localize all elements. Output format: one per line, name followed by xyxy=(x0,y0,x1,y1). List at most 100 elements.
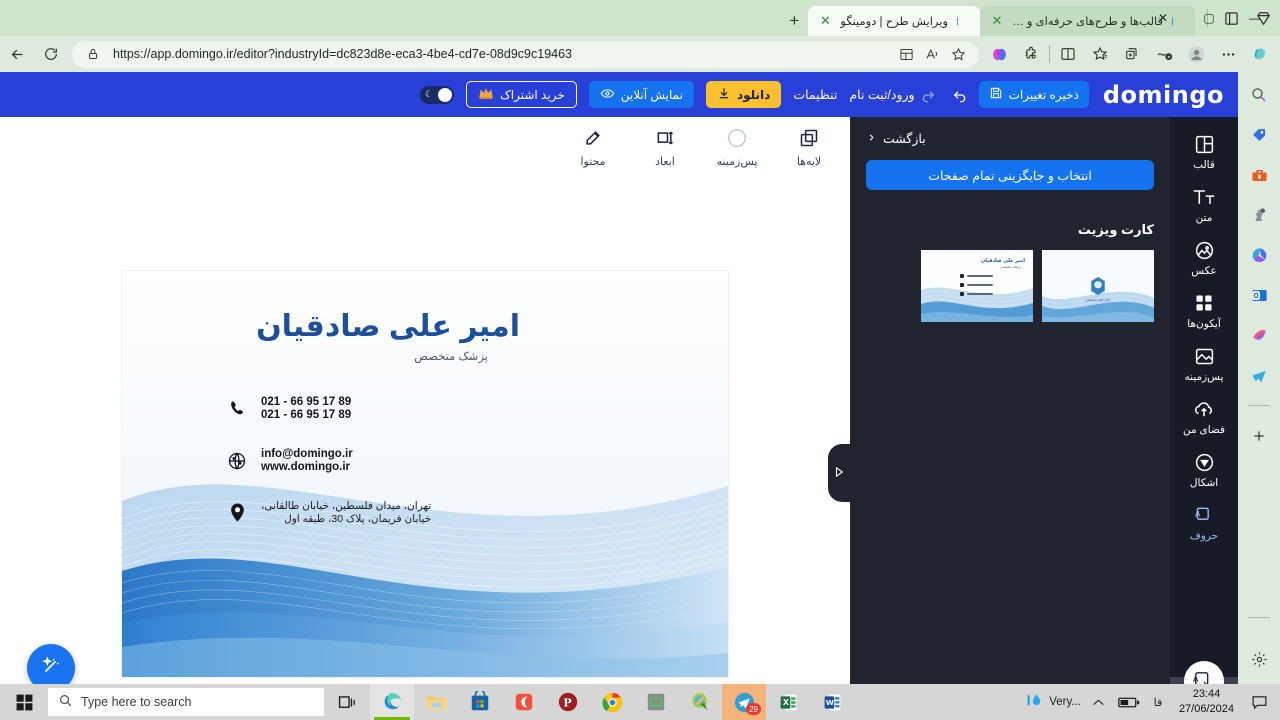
tools-icon[interactable] xyxy=(1246,162,1272,188)
back-card-thumbnail[interactable]: دکتر علی صادقیان xyxy=(1042,250,1154,322)
taskbar-app-excel[interactable]: X xyxy=(766,684,810,720)
taskbar-app-internet-download-manager[interactable] xyxy=(678,684,722,720)
save-changes-button[interactable]: ذخیره تغییرات xyxy=(978,81,1089,108)
card-name[interactable]: امیر علی صادقیان xyxy=(256,309,520,344)
settings-more-icon[interactable] xyxy=(1212,39,1244,69)
taskbar-app-file-explorer[interactable] xyxy=(414,684,458,720)
undo-arrow-icon[interactable] xyxy=(947,82,973,108)
template-panel: بازگشت انتخاب و جایگزینی تمام صفحات کارت… xyxy=(850,117,1170,684)
image-icon xyxy=(1194,237,1215,263)
taskbar-app-notepad[interactable] xyxy=(634,684,678,720)
battery-icon[interactable] xyxy=(1117,687,1141,717)
taskbar-weather-widget[interactable]: Very... xyxy=(1026,692,1081,713)
text-icon xyxy=(1192,184,1216,210)
redo-arrow-icon[interactable] xyxy=(915,82,941,108)
address-bar[interactable]: https://app.domingo.ir/editor?industryId… xyxy=(72,40,979,68)
panel-collapse-handle[interactable] xyxy=(828,444,850,502)
taskbar-app-chrome[interactable] xyxy=(590,684,634,720)
rail-item-text[interactable]: متن xyxy=(1174,184,1234,224)
fonts-bubble-icon[interactable]: A xyxy=(1184,661,1224,684)
games-icon[interactable] xyxy=(1246,202,1272,228)
settings-link[interactable]: تنظیمات xyxy=(793,87,837,102)
task-view-icon[interactable] xyxy=(324,684,370,720)
profile-avatar-icon[interactable] xyxy=(1180,39,1212,69)
outlook-icon[interactable] xyxy=(1246,282,1272,308)
new-tab-button[interactable]: + xyxy=(780,6,808,36)
card-role[interactable]: پزشک متخصص xyxy=(414,349,488,363)
taskbar-app-clipchamp[interactable] xyxy=(502,684,546,720)
magic-wand-fab-button[interactable] xyxy=(27,644,75,684)
split-screen-icon[interactable] xyxy=(1052,39,1084,69)
chevron-up-icon[interactable] xyxy=(1087,687,1111,717)
browser-essentials-icon[interactable] xyxy=(1148,39,1180,69)
moon-icon: ☾ xyxy=(425,88,434,99)
close-icon[interactable]: ✕ xyxy=(817,13,833,29)
designer-icon[interactable] xyxy=(1246,322,1272,348)
taskbar-weather-text: Very... xyxy=(1049,696,1081,708)
rail-item-my-space[interactable]: فضای من xyxy=(1174,396,1234,436)
taskbar-app-microsoft-store[interactable] xyxy=(458,684,502,720)
add-collection-icon[interactable] xyxy=(1116,39,1148,69)
maximize-icon[interactable]: ▢ xyxy=(1186,0,1232,36)
canvas-area[interactable]: امیر علی صادقیان پزشک متخصص 021 - 66 95 … xyxy=(0,182,850,684)
play-triangle-icon xyxy=(834,466,844,481)
windows-start-icon[interactable] xyxy=(0,684,48,720)
rail-item-icons[interactable]: آیکون‌ها xyxy=(1174,290,1234,330)
dark-mode-toggle[interactable]: ☾ xyxy=(420,85,455,104)
rail-item-background[interactable]: پس‌زمینه xyxy=(1174,343,1234,383)
toolbar-item-dimensions[interactable]: ابعاد xyxy=(638,125,692,182)
panel-back-button[interactable]: بازگشت xyxy=(866,131,1154,146)
reload-icon[interactable] xyxy=(34,39,68,69)
domingo-logo[interactable]: domingo xyxy=(1103,81,1224,109)
taskbar-app-telegram[interactable]: 29 xyxy=(722,684,766,720)
minimize-icon[interactable]: — xyxy=(1232,0,1278,36)
rail-item-shapes[interactable]: اشکال xyxy=(1174,449,1234,489)
tab-strip: d قالب‌ها و طرح‌های حرفه‌ای و رایگان ✕ d… xyxy=(0,0,1280,36)
taskbar-search-input[interactable]: Type here to search xyxy=(48,688,324,716)
split-screen-add-icon[interactable] xyxy=(893,42,919,66)
front-card-thumbnail[interactable]: امیر علی صادقیان پزشک متخصص xyxy=(921,250,1033,322)
search-icon[interactable] xyxy=(1246,82,1272,108)
toolbar-item-layers[interactable]: لایه‌ها xyxy=(782,125,836,182)
cloud-upload-icon xyxy=(1193,396,1215,422)
card-contact-address[interactable]: تهران، میدان فلسطین، خیابان طالقانی، خیا… xyxy=(226,500,646,525)
online-preview-button[interactable]: نمایش آنلاین xyxy=(588,81,694,108)
extensions-icon[interactable] xyxy=(1015,39,1047,69)
dimensions-icon xyxy=(655,125,675,151)
rail-item-image[interactable]: عکس xyxy=(1174,237,1234,277)
thumbnail-contact-line xyxy=(960,274,993,278)
copilot-brain-icon[interactable] xyxy=(983,39,1015,69)
account-link[interactable]: ورود/ثبت نام xyxy=(849,87,914,102)
read-aloud-icon[interactable] xyxy=(919,42,945,66)
taskbar-clock[interactable]: 23:44 27/06/2024 xyxy=(1175,687,1238,717)
rail-item-template[interactable]: قالب xyxy=(1174,131,1234,171)
download-button[interactable]: دانلود xyxy=(705,81,782,108)
notification-icon[interactable] xyxy=(1244,687,1274,717)
close-icon[interactable]: ✕ xyxy=(989,13,1005,29)
sidebar-settings-gear-icon[interactable] xyxy=(1246,646,1272,672)
taskbar-app-word[interactable]: W xyxy=(810,684,854,720)
add-sidebar-app-icon[interactable] xyxy=(1246,423,1272,449)
buy-subscription-button[interactable]: خرید اشتراک xyxy=(466,81,577,108)
shopping-tag-icon[interactable] xyxy=(1246,122,1272,148)
office-icon[interactable] xyxy=(1246,242,1272,268)
collections-icon[interactable] xyxy=(1084,39,1116,69)
business-card-canvas[interactable]: امیر علی صادقیان پزشک متخصص 021 - 66 95 … xyxy=(122,271,728,677)
card-contact-web[interactable]: info@domingo.ir www.domingo.ir xyxy=(226,448,646,473)
rail-item-fonts[interactable]: A حروف xyxy=(1174,502,1234,542)
taskbar-language-indicator[interactable]: فا xyxy=(1147,696,1169,709)
browser-tab-2-label: ویرایش طرح | دومینگو xyxy=(840,16,948,28)
browser-tab-2[interactable]: d ویرایش طرح | دومینگو ✕ xyxy=(808,6,980,36)
taskbar-app-edge[interactable] xyxy=(370,684,414,720)
favorite-star-icon[interactable] xyxy=(945,42,971,66)
close-window-icon[interactable]: ✕ xyxy=(1140,0,1186,36)
back-arrow-icon[interactable] xyxy=(0,39,34,69)
eye-icon xyxy=(600,86,615,104)
toolbar-item-content[interactable]: محتوا xyxy=(566,125,620,182)
toolbar-item-background[interactable]: پس‌زمینه xyxy=(710,125,764,182)
replace-all-pages-button[interactable]: انتخاب و جایگزینی تمام صفحات xyxy=(866,160,1154,190)
taskbar-app-photoshop[interactable]: P xyxy=(546,684,590,720)
copilot-icon[interactable] xyxy=(1244,39,1276,69)
telegram-icon[interactable] xyxy=(1246,362,1272,388)
card-contact-phone[interactable]: 021 - 66 95 17 89 021 - 66 95 17 89 xyxy=(226,396,646,421)
